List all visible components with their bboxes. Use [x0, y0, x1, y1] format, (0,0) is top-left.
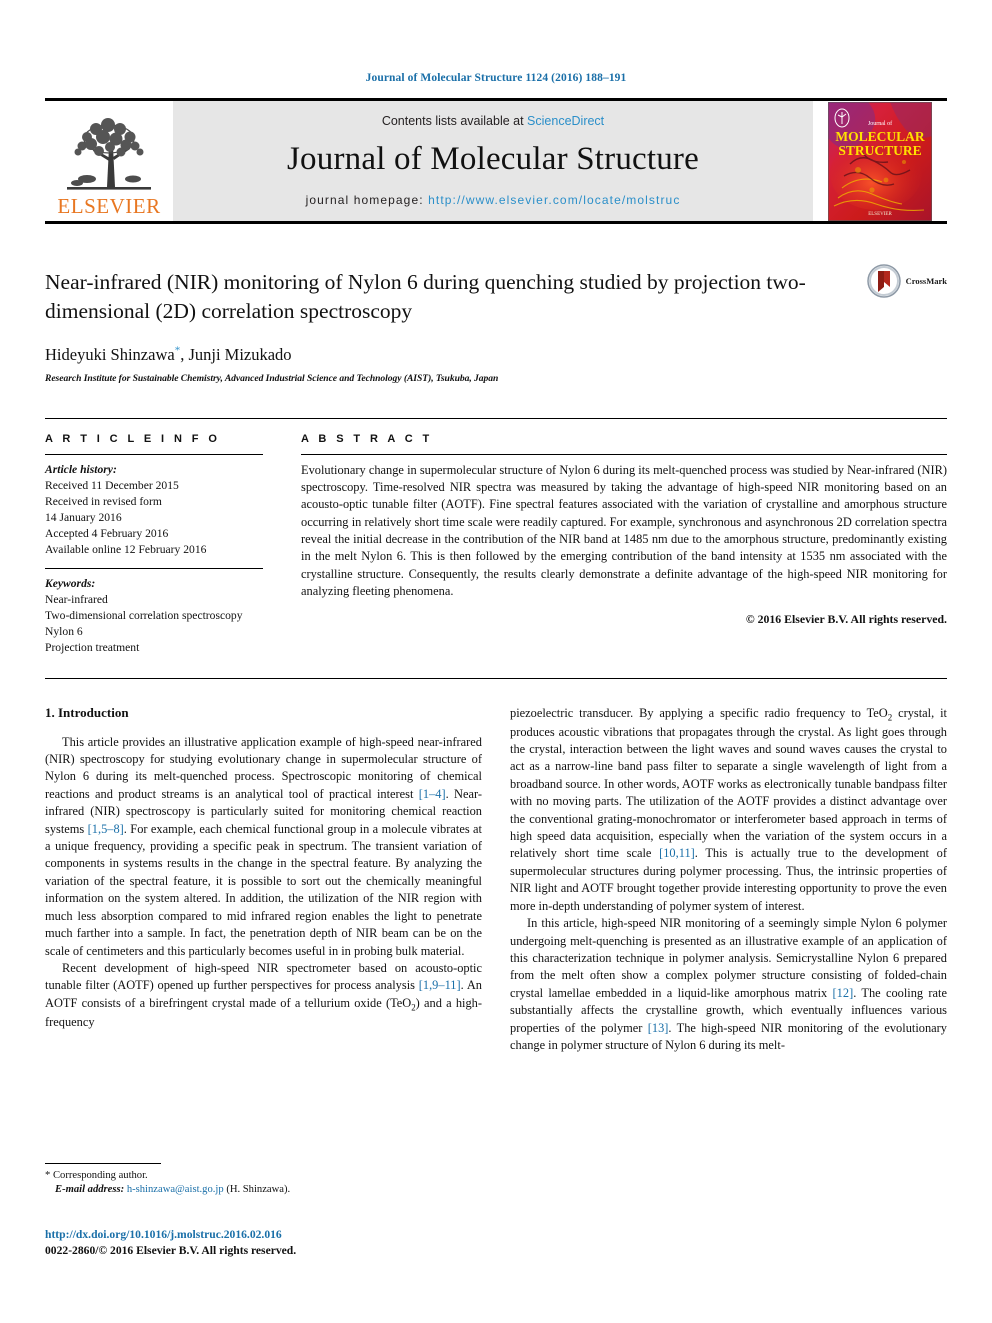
email-label: E-mail address:	[55, 1184, 125, 1196]
abstract-heading: A B S T R A C T	[301, 432, 433, 445]
cover-top-label: Journal of	[868, 120, 892, 127]
elsevier-logo: ELSEVIER	[45, 101, 173, 221]
affiliation: Research Institute for Sustainable Chemi…	[45, 372, 499, 384]
keywords-label: Keywords:	[45, 576, 96, 590]
article-history: Article history: Received 11 December 20…	[45, 462, 263, 558]
issn-copyright: 0022-2860/© 2016 Elsevier B.V. All right…	[45, 1244, 297, 1258]
email-note: E-mail address: h-shinzawa@aist.go.jp (H…	[45, 1183, 482, 1197]
doi-block: http://dx.doi.org/10.1016/j.molstruc.201…	[45, 1227, 505, 1259]
abstract-copyright: © 2016 Elsevier B.V. All rights reserved…	[745, 611, 947, 626]
left-paragraphs: This article provides an illustrative ap…	[45, 734, 482, 1032]
divider	[45, 453, 263, 455]
page-title: Near-infrared (NIR) monitoring of Nylon …	[45, 270, 806, 323]
cover-title-line1: MOLECULAR	[835, 129, 925, 144]
keyword-item: Two-dimensional correlation spectroscopy	[45, 608, 243, 622]
divider	[45, 567, 263, 569]
article-info-heading: A R T I C L E I N F O	[45, 432, 221, 445]
history-item: Received in revised form	[45, 494, 162, 508]
text-run: . For example, each chemical functional …	[45, 821, 482, 958]
body-column-left: 1. Introduction This article provides an…	[45, 705, 482, 1055]
citation-link[interactable]: [10,11]	[659, 846, 695, 860]
email-suffix: (H. Shinzawa).	[226, 1184, 291, 1196]
text-run: piezoelectric transducer. By applying a …	[510, 705, 888, 720]
citation-link[interactable]: [1,9–11]	[419, 978, 461, 992]
homepage-url-link[interactable]: http://www.elsevier.com/locate/molstruc	[428, 193, 680, 207]
section-title-introduction: 1. Introduction	[45, 704, 129, 720]
history-item: Accepted 4 February 2016	[45, 526, 169, 540]
divider	[301, 453, 947, 455]
citation-link[interactable]: [1,5–8]	[88, 822, 124, 836]
elsevier-tree-icon	[67, 118, 151, 190]
crossmark-icon	[866, 264, 901, 298]
info-abstract-block: A R T I C L E I N F O Article history: R…	[45, 417, 947, 656]
corresponding-author-marker[interactable]: *	[175, 344, 181, 356]
contents-available-line: Contents lists available at ScienceDirec…	[382, 114, 604, 128]
text-run: Recent development of high-speed NIR spe…	[45, 961, 482, 993]
journal-banner: Contents lists available at ScienceDirec…	[173, 101, 813, 221]
journal-homepage-line: journal homepage: http://www.elsevier.co…	[306, 193, 681, 207]
body-columns: 1. Introduction This article provides an…	[45, 705, 947, 1055]
body-column-right: piezoelectric transducer. By applying a …	[510, 705, 947, 1055]
doi-link[interactable]: http://dx.doi.org/10.1016/j.molstruc.201…	[45, 1227, 505, 1243]
journal-cover-image: Journal of MOLECULAR STRUCTURE ELSEVIER	[828, 101, 932, 221]
footnote-divider	[45, 1163, 161, 1164]
journal-masthead: ELSEVIER Contents lists available at Sci…	[45, 98, 947, 224]
crossmark-badge[interactable]: CrossMark	[866, 264, 947, 298]
citation-link[interactable]: [1–4]	[419, 787, 446, 801]
author-list: Hideyuki Shinzawa*, Junji Mizukado	[45, 344, 827, 365]
keywords-list: Keywords: Near-infrared Two-dimensional …	[45, 576, 263, 656]
cover-bottom-label: ELSEVIER	[868, 212, 892, 217]
corresponding-label: Corresponding author.	[52, 1170, 148, 1181]
corresponding-marker: *	[45, 1170, 51, 1181]
title-block: CrossMark Near-infrared (NIR) monitoring…	[45, 264, 947, 384]
text-run: crystal, it produces acoustic vibrations…	[510, 705, 947, 861]
running-head: Journal of Molecular Structure 1124 (201…	[365, 72, 627, 84]
history-item: Available online 12 February 2016	[45, 542, 207, 556]
sciencedirect-link[interactable]: ScienceDirect	[527, 114, 604, 128]
text-run: This article provides an illustrative ap…	[45, 734, 482, 801]
abstract-text: Evolutionary change in supermolecular st…	[301, 462, 947, 599]
elsevier-wordmark: ELSEVIER	[57, 194, 161, 218]
journal-cover: Journal of MOLECULAR STRUCTURE ELSEVIER	[813, 101, 947, 221]
author-names: Hideyuki Shinzawa*, Junji Mizukado	[45, 344, 292, 364]
abstract-column: A B S T R A C T Evolutionary change in s…	[301, 433, 947, 656]
article-info-column: A R T I C L E I N F O Article history: R…	[45, 433, 263, 656]
right-paragraphs: piezoelectric transducer. By applying a …	[510, 705, 947, 1055]
body-paragraph: Recent development of high-speed NIR spe…	[45, 960, 482, 1031]
homepage-prefix: journal homepage:	[305, 192, 429, 207]
corresponding-author-note: * Corresponding author.	[45, 1169, 482, 1183]
article-history-label: Article history:	[45, 462, 117, 476]
keyword-item: Nylon 6	[45, 624, 83, 638]
cover-title-line2: STRUCTURE	[838, 143, 921, 158]
citation-link[interactable]: [13]	[648, 1021, 669, 1035]
keyword-item: Projection treatment	[45, 640, 140, 654]
divider	[45, 677, 947, 679]
keyword-item: Near-infrared	[45, 592, 108, 606]
body-paragraph: This article provides an illustrative ap…	[45, 734, 482, 960]
body-paragraph: In this article, high-speed NIR monitori…	[510, 915, 947, 1054]
history-item: Received 11 December 2015	[45, 478, 179, 492]
history-item: 14 January 2016	[45, 510, 122, 524]
email-link[interactable]: h-shinzawa@aist.go.jp	[127, 1184, 224, 1195]
article-page: Journal of Molecular Structure 1124 (201…	[0, 0, 992, 1323]
citation-link[interactable]: [12]	[833, 986, 854, 1000]
body-paragraph: piezoelectric transducer. By applying a …	[510, 705, 947, 916]
crossmark-label: CrossMark	[905, 276, 947, 286]
footnote-block: * Corresponding author. E-mail address: …	[45, 1163, 482, 1198]
contents-prefix: Contents lists available at	[381, 113, 528, 128]
journal-title: Journal of Molecular Structure	[287, 140, 699, 177]
